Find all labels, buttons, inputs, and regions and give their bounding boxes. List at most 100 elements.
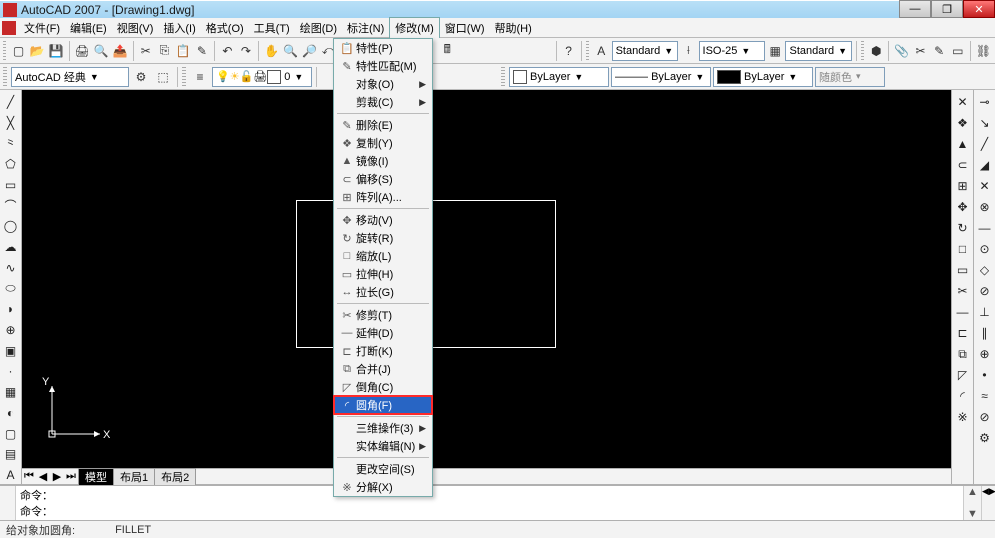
circle-tool[interactable]: ◯ [2, 217, 20, 235]
command-line[interactable]: 命令： 命令： [16, 486, 963, 520]
snap-from-tool[interactable]: ↘ [976, 114, 994, 132]
open-button[interactable]: 📂 [29, 41, 46, 61]
xline-tool[interactable]: ╳ [2, 114, 20, 132]
matchprop-button[interactable]: ✎ [194, 41, 211, 61]
ellipse-tool[interactable]: ⬭ [2, 280, 20, 298]
insert-tool[interactable]: ⊕ [2, 321, 20, 339]
dimstyle-icon[interactable]: ⟊ [680, 41, 697, 61]
plotstyle-combo[interactable]: 随颜色▾ [815, 67, 885, 87]
zoom-win-button[interactable]: 🔎 [301, 41, 318, 61]
menu-modify[interactable]: 修改(M) [389, 17, 440, 38]
center-tool[interactable]: ⊙ [976, 240, 994, 258]
perp-tool[interactable]: ⊥ [976, 303, 994, 321]
temp-track-tool[interactable]: ⊸ [976, 93, 994, 111]
maximize-button[interactable]: ❐ [931, 0, 963, 18]
menu-item-倒角c[interactable]: ◸倒角(C) [334, 378, 432, 396]
osnap-settings-tool[interactable]: ⚙ [976, 429, 994, 447]
menu-item-移动v[interactable]: ✥移动(V) [334, 211, 432, 229]
revcloud-tool[interactable]: ☁ [2, 238, 20, 256]
region-tool[interactable]: ▢ [2, 425, 20, 443]
menu-item-对象o[interactable]: 对象(O)▶ [334, 75, 432, 93]
chamfer-tool[interactable]: ◸ [954, 366, 972, 384]
tablestyle-combo[interactable]: Standard▼ [785, 41, 851, 61]
gradient-tool[interactable]: ◐ [2, 404, 20, 422]
toolbar-grip[interactable] [3, 41, 6, 61]
ellipsearc-tool[interactable]: ◗ [2, 300, 20, 318]
toolbar-grip[interactable] [182, 67, 186, 87]
ref-edit-button[interactable]: ✎ [931, 41, 948, 61]
workspace-combo[interactable]: AutoCAD 经典▼ [11, 67, 129, 87]
menu-item-分解x[interactable]: ※分解(X) [334, 478, 432, 496]
tab-layout1[interactable]: 布局1 [113, 468, 155, 485]
lineweight-combo[interactable]: ByLayer▼ [713, 67, 813, 87]
menu-file[interactable]: 文件(F) [19, 18, 65, 38]
toolbar-grip[interactable] [586, 41, 589, 61]
block-tool[interactable]: ▣ [2, 342, 20, 360]
pline-tool[interactable]: ⺀ [2, 134, 20, 152]
rotate-tool[interactable]: ↻ [954, 219, 972, 237]
point-tool[interactable]: · [2, 363, 20, 381]
menu-edit[interactable]: 编辑(E) [65, 18, 112, 38]
scale-tool[interactable]: □ [954, 240, 972, 258]
endpoint-tool[interactable]: ╱ [976, 135, 994, 153]
textstyle-combo[interactable]: Standard▼ [612, 41, 678, 61]
break-tool[interactable]: ⊏ [954, 324, 972, 342]
mirror-tool[interactable]: ▲ [954, 135, 972, 153]
ref-attach-button[interactable]: 📎 [893, 41, 910, 61]
menu-dim[interactable]: 标注(N) [342, 18, 389, 38]
linetype-combo[interactable]: ——— ByLayer▼ [611, 67, 711, 87]
tab-nav-next[interactable]: ▶ [50, 470, 64, 483]
rectangle-tool[interactable]: ▭ [2, 176, 20, 194]
zoom-rt-button[interactable]: 🔍 [282, 41, 299, 61]
extension-tool[interactable]: — [976, 219, 994, 237]
ref-clip-button[interactable]: ✂ [912, 41, 929, 61]
toolbar-grip[interactable] [501, 67, 505, 87]
block-button[interactable]: ⬢ [868, 41, 885, 61]
hatch-tool[interactable]: ▦ [2, 383, 20, 401]
calc-button[interactable]: 🖩 [439, 41, 456, 61]
tangent-tool[interactable]: ⊘ [976, 282, 994, 300]
color-combo[interactable]: ByLayer▼ [509, 67, 609, 87]
toolbar-grip[interactable] [3, 67, 7, 87]
table-tool[interactable]: ▤ [2, 445, 20, 463]
line-tool[interactable]: ╱ [2, 93, 20, 111]
layer-combo[interactable]: 💡☀🔓🖨0▼ [212, 67, 312, 87]
pan-button[interactable]: ✋ [263, 41, 280, 61]
polygon-tool[interactable]: ⬠ [2, 155, 20, 173]
command-grip[interactable] [0, 486, 16, 520]
mtext-tool[interactable]: A [2, 466, 20, 484]
offset-tool[interactable]: ⊂ [954, 156, 972, 174]
parallel-tool[interactable]: ∥ [976, 324, 994, 342]
tab-layout2[interactable]: 布局2 [154, 468, 196, 485]
menu-insert[interactable]: 插入(I) [158, 18, 200, 38]
ws-settings-button[interactable]: ⚙ [131, 67, 151, 87]
menu-item-缩放l[interactable]: □缩放(L) [334, 247, 432, 265]
copy-button[interactable]: ⎘ [156, 41, 173, 61]
none-tool[interactable]: ⊘ [976, 408, 994, 426]
menu-item-镜像i[interactable]: ▲镜像(I) [334, 152, 432, 170]
tab-nav-last[interactable]: ⏭ [64, 470, 78, 483]
command-side-scroll[interactable]: ◀▶ [981, 486, 995, 520]
erase-tool[interactable]: ✕ [954, 93, 972, 111]
copy-tool[interactable]: ❖ [954, 114, 972, 132]
model-canvas[interactable]: Y X [22, 90, 951, 468]
publish-button[interactable]: 📤 [112, 41, 129, 61]
menu-item-更改空间s[interactable]: 更改空间(S) [334, 460, 432, 478]
layer-props-button[interactable]: ≡ [190, 67, 210, 87]
new-button[interactable]: ▢ [10, 41, 27, 61]
ws-save-button[interactable]: ⬚ [153, 67, 173, 87]
preview-button[interactable]: 🔍 [93, 41, 110, 61]
tablestyle-icon[interactable]: ▦ [767, 41, 784, 61]
save-button[interactable]: 💾 [48, 41, 65, 61]
print-button[interactable]: 🖨 [74, 41, 91, 61]
tab-model[interactable]: 模型 [78, 468, 114, 485]
menu-help[interactable]: 帮助(H) [490, 18, 537, 38]
menu-item-三维操作3[interactable]: 三维操作(3)▶ [334, 419, 432, 437]
menu-item-打断k[interactable]: ⊏打断(K) [334, 342, 432, 360]
close-button[interactable]: ✕ [963, 0, 995, 18]
help-button[interactable]: ? [560, 41, 577, 61]
menu-item-阵列a[interactable]: ⊞阵列(A)... [334, 188, 432, 206]
redo-button[interactable]: ↷ [238, 41, 255, 61]
menu-item-剪裁c[interactable]: 剪裁(C)▶ [334, 93, 432, 111]
menu-item-特性p[interactable]: 📋特性(P) [334, 39, 432, 57]
